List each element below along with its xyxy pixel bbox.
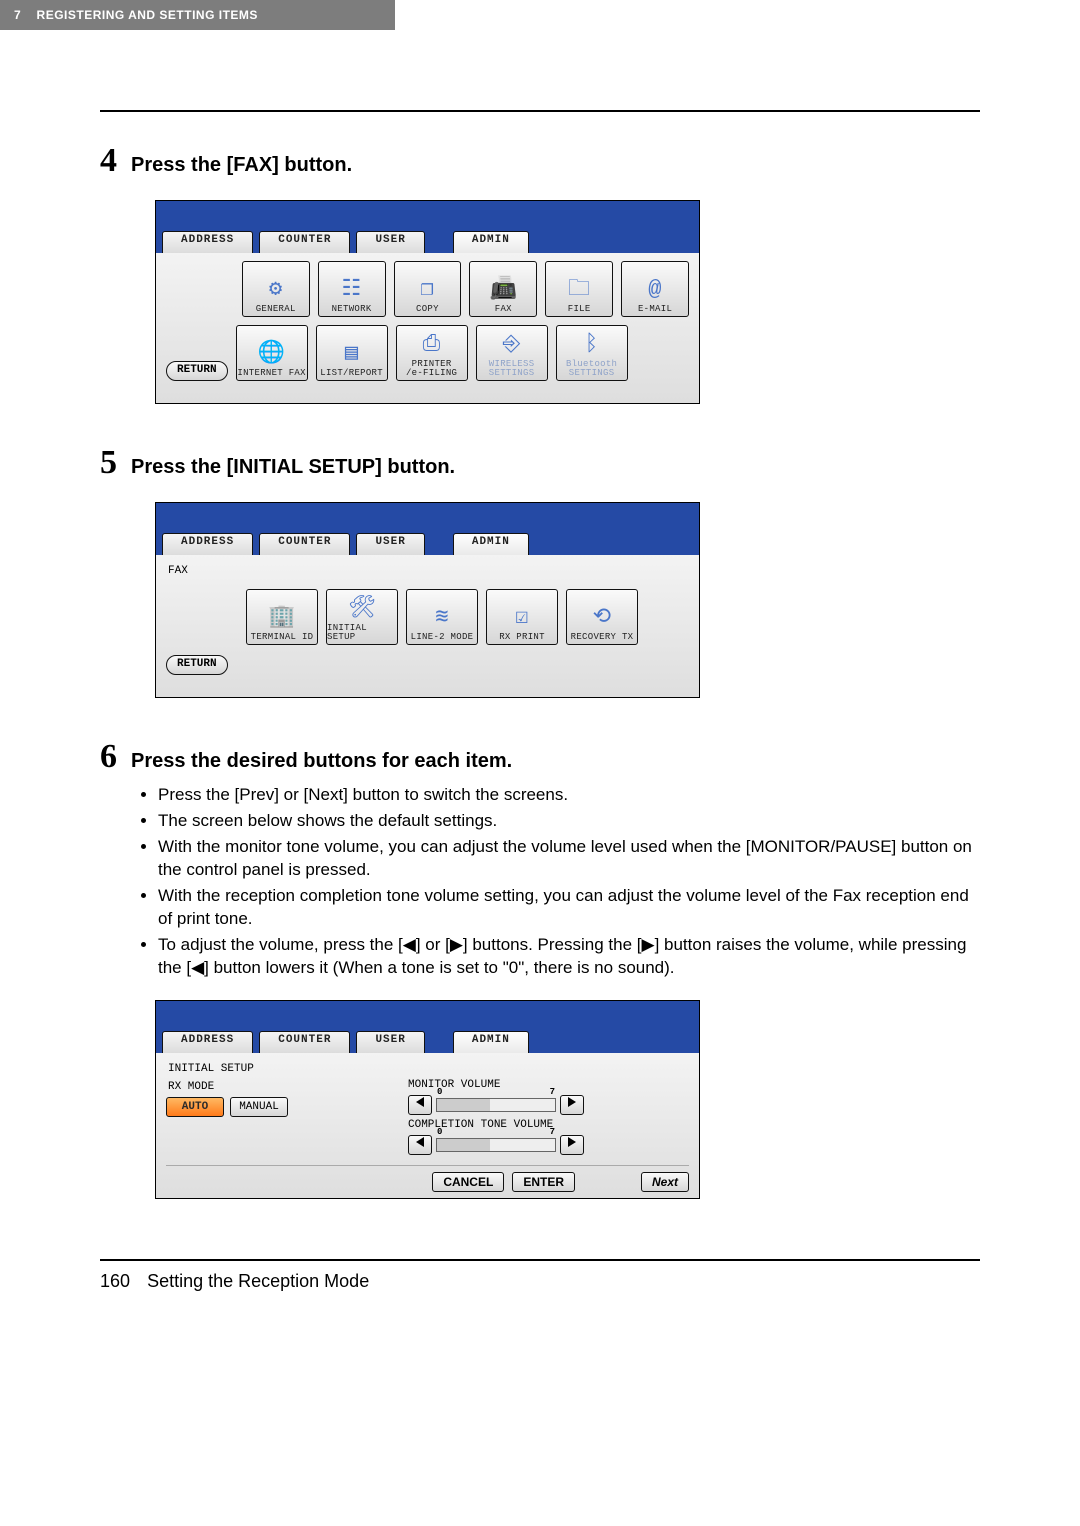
monitor-volume-increase-button[interactable] (560, 1095, 584, 1115)
terminal-id-icon: 🏢 (268, 607, 296, 629)
completion-tone-label: COMPLETION TONE VOLUME (408, 1119, 584, 1131)
wireless-settings-icon-button: ⎆WIRELESS SETTINGS (476, 325, 548, 381)
bottom-divider (100, 1259, 980, 1261)
file-icon: 🗀 (568, 279, 590, 301)
email-icon: @ (648, 279, 662, 301)
bluetooth-settings-icon-button: ᛒBluetooth SETTINGS (556, 325, 628, 381)
rx-mode-manual-button[interactable]: MANUAL (230, 1097, 288, 1117)
general-icon-button[interactable]: ⚙GENERAL (242, 261, 310, 317)
list-item: Press the [Prev] or [Next] button to swi… (158, 784, 980, 807)
rx-mode-label: RX MODE (168, 1081, 288, 1093)
internet-fax-icon-button[interactable]: 🌐INTERNET FAX (236, 325, 308, 381)
page-footer: 160 Setting the Reception Mode (0, 1271, 1080, 1322)
triangle-right-icon (568, 1097, 576, 1107)
admin-menu-screenshot: ADDRESS COUNTER USER ADMIN ⚙GENERAL ☷NET… (155, 200, 700, 404)
enter-button[interactable]: ENTER (512, 1172, 575, 1192)
tab-user[interactable]: USER (356, 231, 424, 253)
fax-icon: 📠 (489, 279, 517, 301)
tab-address[interactable]: ADDRESS (162, 1031, 253, 1053)
copy-icon-button[interactable]: ❐COPY (394, 261, 462, 317)
step-number: 6 (100, 738, 117, 776)
tab-counter[interactable]: COUNTER (259, 533, 350, 555)
chapter-header: 7 REGISTERING AND SETTING ITEMS (0, 0, 395, 30)
list-item: The screen below shows the default setti… (158, 810, 980, 833)
printer-icon: ⎙ (423, 334, 441, 356)
initial-setup-icon: 🛠 (348, 598, 376, 620)
network-icon-button[interactable]: ☷NETWORK (318, 261, 386, 317)
tab-address[interactable]: ADDRESS (162, 533, 253, 555)
step-number: 4 (100, 142, 117, 180)
tab-counter[interactable]: COUNTER (259, 231, 350, 253)
copy-icon: ❐ (421, 279, 435, 301)
return-button[interactable]: RETURN (166, 361, 228, 381)
footer-title: Setting the Reception Mode (147, 1271, 369, 1291)
tab-address[interactable]: ADDRESS (162, 231, 253, 253)
triangle-right-icon (568, 1137, 576, 1147)
list-item: To adjust the volume, press the [◀] or [… (158, 934, 980, 980)
completion-tone-slider[interactable] (436, 1138, 556, 1152)
step6-bullet-list: Press the [Prev] or [Next] button to swi… (138, 784, 980, 980)
breadcrumb: FAX (168, 565, 689, 577)
rx-print-icon-button[interactable]: ☑RX PRINT (486, 589, 558, 645)
monitor-volume-decrease-button[interactable] (408, 1095, 432, 1115)
cancel-button[interactable]: CANCEL (432, 1172, 504, 1192)
general-icon: ⚙ (269, 279, 283, 301)
tab-user[interactable]: USER (356, 533, 424, 555)
page-number: 160 (100, 1271, 130, 1291)
step-title: Press the desired buttons for each item. (131, 750, 512, 773)
step-title: Press the [FAX] button. (131, 154, 352, 177)
rx-print-icon: ☑ (515, 607, 529, 629)
triangle-left-icon (416, 1137, 424, 1147)
completion-tone-increase-button[interactable] (560, 1135, 584, 1155)
network-icon: ☷ (342, 279, 362, 301)
step-title: Press the [INITIAL SETUP] button. (131, 456, 455, 479)
file-icon-button[interactable]: 🗀FILE (545, 261, 613, 317)
internet-fax-icon: 🌐 (258, 343, 286, 365)
triangle-left-icon (416, 1097, 424, 1107)
terminal-id-icon-button[interactable]: 🏢TERMINAL ID (246, 589, 318, 645)
breadcrumb: INITIAL SETUP (168, 1063, 689, 1075)
tab-user[interactable]: USER (356, 1031, 424, 1053)
fax-menu-screenshot: ADDRESS COUNTER USER ADMIN FAX 🏢TERMINAL… (155, 502, 700, 698)
monitor-volume-slider[interactable] (436, 1098, 556, 1112)
tab-admin[interactable]: ADMIN (453, 231, 529, 253)
list-report-icon-button[interactable]: ▤LIST/REPORT (316, 325, 388, 381)
return-button[interactable]: RETURN (166, 655, 228, 675)
fax-icon-button[interactable]: 📠FAX (469, 261, 537, 317)
chapter-number: 7 (14, 8, 21, 22)
list-item: With the reception completion tone volum… (158, 885, 980, 931)
completion-tone-decrease-button[interactable] (408, 1135, 432, 1155)
monitor-volume-label: MONITOR VOLUME (408, 1079, 584, 1091)
tab-counter[interactable]: COUNTER (259, 1031, 350, 1053)
chapter-title: REGISTERING AND SETTING ITEMS (37, 8, 258, 22)
line2-mode-icon-button[interactable]: ≋LINE-2 MODE (406, 589, 478, 645)
recovery-tx-icon-button[interactable]: ⟲RECOVERY TX (566, 589, 638, 645)
printer-efiling-icon-button[interactable]: ⎙PRINTER /e-FILING (396, 325, 468, 381)
step-number: 5 (100, 444, 117, 482)
tab-admin[interactable]: ADMIN (453, 533, 529, 555)
wireless-icon: ⎆ (503, 334, 521, 356)
email-icon-button[interactable]: @E-MAIL (621, 261, 689, 317)
initial-setup-icon-button[interactable]: 🛠INITIAL SETUP (326, 589, 398, 645)
bluetooth-icon: ᛒ (585, 334, 599, 356)
list-item: With the monitor tone volume, you can ad… (158, 836, 980, 882)
tab-admin[interactable]: ADMIN (453, 1031, 529, 1053)
top-divider (100, 110, 980, 112)
initial-setup-screenshot: ADDRESS COUNTER USER ADMIN INITIAL SETUP… (155, 1000, 700, 1199)
line2-mode-icon: ≋ (435, 607, 449, 629)
recovery-tx-icon: ⟲ (593, 607, 612, 629)
rx-mode-auto-button[interactable]: AUTO (166, 1097, 224, 1117)
list-report-icon: ▤ (345, 343, 359, 365)
next-button[interactable]: Next (641, 1172, 689, 1192)
